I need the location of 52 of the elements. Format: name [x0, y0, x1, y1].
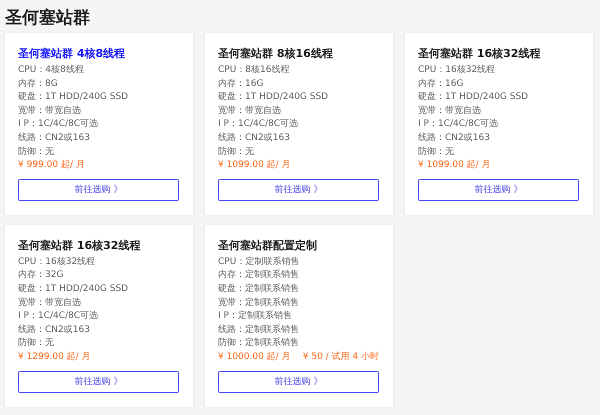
spec-line: I P：定制联系销售 [218, 310, 293, 324]
spec-line: 线路：CN2或163 [18, 324, 91, 337]
spec-line: 防御：无 [418, 146, 455, 159]
buy-button[interactable]: 前往选购 》 [18, 370, 179, 392]
spec-line: 防御：无 [218, 146, 255, 159]
card-title[interactable]: 圣何塞站群 16核32线程 [418, 46, 579, 62]
spec-line: 宽带：定制联系销售 [218, 296, 300, 310]
spec-line: 宽带：带宽自选 [18, 296, 82, 310]
spec-line: 硬盘：1T HDD/240G SSD [18, 91, 130, 104]
price-text: ¥ 1099.00 起/ 月 [418, 159, 491, 172]
price-text: ¥ 999.00 起/ 月 [18, 159, 85, 172]
spec-line: 宽带：带宽自选 [418, 104, 482, 118]
spec-line: 防御：无 [18, 337, 55, 350]
buy-button[interactable]: 前往选购 》 [218, 370, 379, 392]
buy-button[interactable]: 前往选购 》 [218, 178, 379, 201]
spec-line: CPU：8核16线程 [218, 64, 290, 77]
trial-price-text: ¥ 50 / 试用 4 小时 [302, 350, 379, 364]
price-text: ¥ 1099.00 起/ 月 [218, 159, 291, 172]
card-title[interactable]: 圣何塞站群 16核32线程 [18, 238, 179, 254]
spec-line: 线路：CN2或163 [218, 132, 291, 145]
spec-line: 宽带：带宽自选 [18, 104, 82, 118]
page-heading: 圣何塞站群 [5, 7, 91, 30]
spec-line: I P：1C/4C/8C可选 [218, 118, 300, 132]
spec-line: 线路：定制联系销售 [218, 324, 300, 337]
spec-line: CPU：16核32线程 [418, 64, 496, 77]
spec-line: 硬盘：1T HDD/240G SSD [418, 91, 530, 104]
price-text: ¥ 1000.00 起/ 月 [218, 350, 291, 364]
spec-line: 硬盘：1T HDD/240G SSD [18, 282, 130, 296]
spec-line: CPU：定制联系销售 [218, 256, 300, 269]
spec-line: 内存：8G [18, 78, 59, 91]
card-title[interactable]: 圣何塞站群 4核8线程 [18, 46, 179, 62]
spec-line: CPU：16核32线程 [18, 256, 96, 269]
spec-line: 硬盘：定制联系销售 [218, 282, 300, 296]
spec-line: 线路：CN2或163 [418, 132, 491, 145]
spec-line: I P：1C/4C/8C可选 [18, 310, 100, 324]
spec-line: CPU：4核8线程 [18, 64, 85, 77]
card-title[interactable]: 圣何塞站群 8核16线程 [218, 46, 379, 62]
spec-line: 防御：定制联系销售 [218, 337, 300, 350]
spec-line: 宽带：带宽自选 [218, 104, 282, 118]
spec-line: 内存：定制联系销售 [218, 269, 300, 282]
spec-line: I P：1C/4C/8C可选 [18, 118, 100, 132]
spec-line: 防御：无 [18, 146, 55, 159]
spec-line: 内存：16G [218, 78, 264, 91]
spec-line: 硬盘：1T HDD/240G SSD [218, 91, 330, 104]
price-text: ¥ 1299.00 起/ 月 [18, 350, 91, 364]
buy-button[interactable]: 前往选购 》 [18, 178, 179, 201]
buy-button[interactable]: 前往选购 》 [418, 178, 579, 201]
spec-line: I P：1C/4C/8C可选 [418, 118, 500, 132]
card-title[interactable]: 圣何塞站群配置定制 [218, 238, 379, 254]
spec-line: 内存：32G [18, 269, 64, 282]
spec-line: 线路：CN2或163 [18, 132, 91, 145]
spec-line: 内存：16G [418, 78, 464, 91]
